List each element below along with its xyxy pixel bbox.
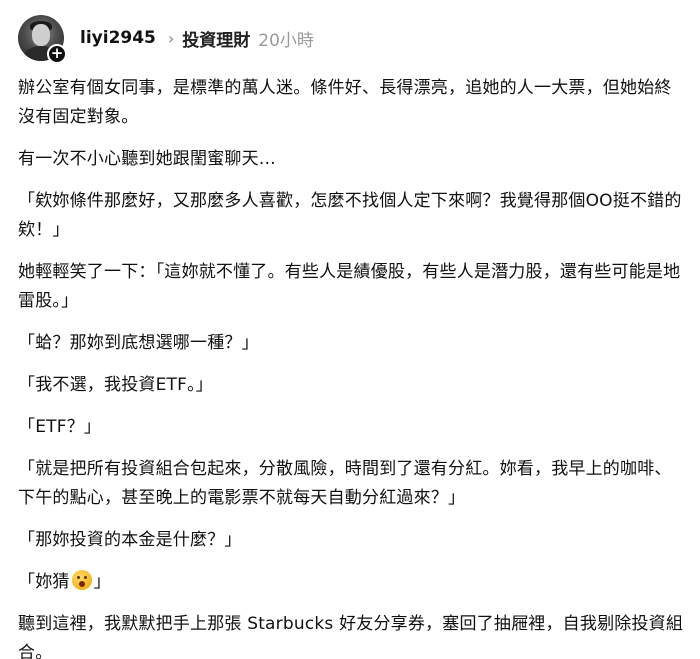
paragraph-text: 」 xyxy=(93,572,111,592)
paragraph: 有一次不小心聽到她跟閨蜜聊天… xyxy=(18,149,276,169)
paragraph: 辦公室有個女同事，是標準的萬人迷。條件好、長得漂亮，追她的人一大票，但她始終沒有… xyxy=(18,78,672,127)
paragraph: 她輕輕笑了一下：「這妳就不懂了。有些人是績優股，有些人是潛力股，還有些可能是地雷… xyxy=(18,262,681,311)
avatar[interactable]: + xyxy=(18,15,67,64)
paragraph-with-emoji: 「妳猜 」 xyxy=(18,568,686,597)
thread-post: + liyi2945 › 投資理財 20小時 辦公室有個女同事，是標準的萬人迷。… xyxy=(0,0,700,659)
post-header: + liyi2945 › 投資理財 20小時 xyxy=(18,12,682,64)
paragraph-text: 「妳猜 xyxy=(18,572,70,592)
paragraph: 「蛤？那妳到底想選哪一種？」 xyxy=(18,333,259,353)
paragraph: 「我不選，我投資ETF。」 xyxy=(18,375,214,395)
paragraph: 聽到這裡，我默默把手上那張 Starbucks 好友分享券，塞回了抽屜裡，自我剔… xyxy=(18,614,684,659)
hushed-face-emoji-icon xyxy=(71,570,92,590)
post-timestamp[interactable]: 20小時 xyxy=(258,26,314,51)
paragraph: 「ETF？」 xyxy=(18,417,102,437)
post-body: 辦公室有個女同事，是標準的萬人迷。條件好、長得漂亮，追她的人一大票，但她始終沒有… xyxy=(18,74,686,659)
paragraph: 「那妳投資的本金是什麼？」 xyxy=(18,530,242,550)
chevron-right-icon: › xyxy=(167,28,175,48)
topic-link[interactable]: 投資理財 xyxy=(182,26,250,51)
paragraph: 「欸妳條件那麼好，又那麼多人喜歡，怎麼不找個人定下來啊？我覺得那個OO挺不錯的欸… xyxy=(18,191,682,240)
follow-plus-icon[interactable]: + xyxy=(47,44,67,64)
username-link[interactable]: liyi2945 xyxy=(80,28,156,48)
post-meta: liyi2945 › 投資理財 20小時 xyxy=(80,26,314,51)
paragraph: 「就是把所有投資組合包起來，分散風險，時間到了還有分紅。妳看，我早上的咖啡、下午… xyxy=(18,459,672,508)
